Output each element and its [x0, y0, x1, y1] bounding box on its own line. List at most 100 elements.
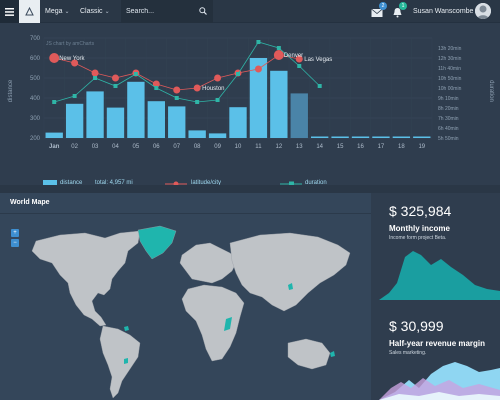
australia-land[interactable] [287, 338, 331, 370]
chevron-down-icon: ⌄ [104, 9, 110, 15]
europe-land[interactable] [179, 242, 239, 284]
distance-bar [229, 107, 247, 138]
highlight-oceania[interactable] [330, 351, 335, 357]
y-tick-label: 600 [30, 56, 41, 62]
distance-bar [311, 136, 329, 138]
latitude-point [91, 69, 99, 77]
x-tick-label: 14 [316, 144, 323, 150]
distance-bar [168, 106, 186, 138]
distance-bar [413, 136, 431, 138]
duration-point [256, 40, 261, 44]
y-tick-label: 500 [30, 76, 41, 82]
notifications-badge: 1 [399, 2, 407, 10]
revenue-margin-label: Half-year revenue margin [389, 339, 486, 348]
x-tick-label: Jan [49, 144, 60, 150]
latitude-point [173, 86, 181, 94]
duration-point [93, 76, 98, 80]
distance-bar [188, 130, 206, 138]
south-america-land[interactable] [99, 325, 141, 399]
asia-land[interactable] [229, 232, 351, 312]
search-icon[interactable] [199, 7, 207, 15]
distance-bar [392, 136, 411, 138]
x-tick-label: 03 [92, 144, 99, 150]
y2-tick-label: 7h 30min [438, 116, 459, 122]
greenland-land[interactable] [137, 225, 177, 260]
distance-bar [45, 132, 63, 138]
y-tick-label: 200 [30, 136, 41, 142]
duration-point [133, 72, 138, 76]
monthly-income-value: $ 325,984 [389, 203, 452, 219]
duration-point [174, 96, 179, 100]
y-tick-label: 700 [30, 36, 41, 42]
y2-tick-label: 10h 50min [438, 76, 462, 82]
distance-bar [351, 136, 370, 138]
logo[interactable] [19, 0, 40, 23]
y2-tick-label: 6h 40min [438, 126, 459, 132]
x-tick-label: 10 [235, 144, 242, 150]
north-america-land[interactable] [31, 230, 141, 327]
highlight-south-america[interactable] [124, 358, 128, 364]
top-navbar: Mega⌄ Classic⌄ 2 1 Susan Wanscombe⌄ [0, 0, 500, 23]
search-box [121, 0, 213, 23]
monthly-income-area [379, 251, 500, 300]
latitude-point [254, 65, 262, 73]
monthly-income-sub: Income form project Beta. [389, 235, 447, 241]
hamburger-icon [5, 7, 14, 16]
menu-toggle-button[interactable] [0, 0, 19, 23]
x-tick-label: 09 [214, 144, 221, 150]
x-tick-label: 07 [173, 144, 180, 150]
duration-point [276, 46, 281, 50]
duration-point [317, 84, 322, 88]
chart-svg: 700 600 500 400 300 200 13h 20min 12h 30min 11h … [8, 36, 494, 150]
revenue-margin-value: $ 30,999 [389, 318, 444, 334]
monthly-income-sparkline [379, 251, 500, 300]
nav-classic-label: Classic [80, 8, 103, 15]
revenue-margin-sub: Sales marketing. [389, 350, 427, 356]
distance-bar [65, 103, 84, 138]
city-label: Las Vegas [304, 57, 332, 63]
distance-bar [86, 91, 104, 138]
latitude-point [214, 74, 222, 82]
duration-point [154, 86, 159, 90]
logo-icon [25, 7, 34, 16]
highlight-caribbean[interactable] [124, 326, 129, 331]
y2-tick-label: 5h 50min [438, 136, 459, 142]
duration-point [72, 94, 77, 98]
world-map [31, 225, 351, 399]
x-tick-label: 11 [255, 144, 262, 150]
stats-panel: $ 325,984 Monthly income Income form pro… [379, 193, 500, 400]
nav-classic[interactable]: Classic ⌄ [80, 0, 110, 23]
africa-land[interactable] [181, 284, 245, 362]
section-divider [0, 185, 500, 193]
search-input[interactable] [121, 0, 201, 23]
nav-mega[interactable]: Mega ⌄ [45, 0, 70, 23]
y2-tick-label: 11h 40min [438, 66, 461, 72]
y-axis-label: distance [8, 79, 14, 102]
notifications-button[interactable]: 1 [392, 2, 407, 23]
x-tick-label: 15 [337, 144, 344, 150]
x-tick-label: 17 [378, 144, 385, 150]
duration-point [297, 64, 302, 68]
y2-tick-label: 12h 30min [438, 56, 462, 62]
distance-bar [372, 136, 390, 138]
trip-chart: 700 600 500 400 300 200 13h 20min 12h 30min 11h … [0, 23, 500, 187]
y2-tick-label: 13h 20min [438, 46, 462, 52]
distance-bar [331, 136, 349, 138]
mail-badge: 2 [379, 2, 387, 10]
mail-button[interactable]: 2 [371, 2, 387, 23]
user-avatar-icon [475, 3, 491, 19]
duration-point [195, 100, 200, 104]
duration-point [113, 84, 118, 88]
user-name: Susan Wanscombe [413, 8, 474, 15]
chart-title: JS chart by amCharts [46, 41, 95, 47]
city-label: Houston [202, 86, 224, 92]
y-tick-label: 300 [30, 116, 41, 122]
y2-axis-label: duration [488, 80, 494, 102]
user-menu[interactable]: Susan Wanscombe⌄ [413, 0, 481, 23]
y-tick-label: 400 [30, 96, 41, 102]
monthly-income-label: Monthly income [389, 224, 450, 233]
distance-bar [270, 70, 288, 138]
city-label: New York [59, 56, 85, 62]
avatar[interactable] [475, 3, 491, 19]
distance-bar [208, 133, 227, 138]
